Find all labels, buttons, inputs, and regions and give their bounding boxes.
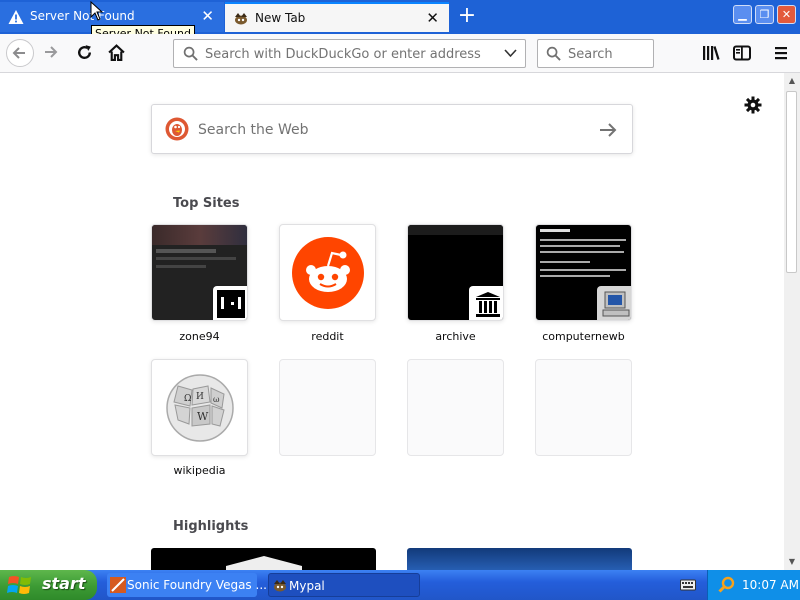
screenshot-line [540,261,590,263]
system-tray: 10:07 AM [707,570,800,600]
wikipedia-globe-icon: Ω И ω W [166,374,234,442]
search-icon [183,46,198,61]
screenshot-header [152,225,247,245]
highlight-card[interactable] [407,548,632,570]
close-tab-button[interactable]: ✕ [201,8,214,24]
close-tab-button[interactable]: ✕ [426,10,439,26]
arrow-right-icon [45,46,58,58]
svg-text:W: W [197,410,209,423]
screenshot-line [156,265,206,268]
taskbar-item-mypal[interactable]: Mypal [268,573,420,597]
search-bar[interactable] [537,39,654,68]
tab-new-tab[interactable]: New Tab ✕ [225,2,449,32]
top-site-wikipedia[interactable]: Ω И ω W [151,359,248,456]
svg-text:ω: ω [213,395,220,404]
windows-flag-icon [7,576,31,594]
reload-button[interactable] [71,39,99,67]
start-label: start [42,574,86,593]
screenshot-line [156,257,236,260]
web-search-box[interactable] [151,104,633,154]
keyboard-icon[interactable] [680,578,696,592]
restore-button[interactable]: ❐ [755,5,774,24]
search-tray-icon[interactable] [718,576,736,594]
taskbar: start Sonic Foundry Vegas ... Mypal 10:0… [0,570,800,600]
warning-icon [8,10,24,24]
web-search-input[interactable] [198,120,578,140]
zone94-favicon [213,286,247,320]
screenshot-line [540,251,624,253]
chevron-down-icon[interactable] [504,49,517,58]
top-site-label: wikipedia [173,464,226,477]
start-button[interactable]: start [0,570,97,600]
top-site-zone94[interactable] [151,224,248,321]
tab-title: New Tab [255,11,306,25]
screenshot-line [540,239,626,241]
new-tab-page: Top Sites zone94 reddit [0,73,784,570]
new-tab-button[interactable]: + [456,5,478,28]
top-site-archive[interactable] [407,224,504,321]
screenshot-line [540,229,570,232]
address-input[interactable] [205,45,495,63]
archive-favicon [469,286,503,320]
minimize-button[interactable]: ▁ [733,5,752,24]
top-site-label: zone94 [179,330,220,343]
empty-top-site-slot[interactable] [535,359,632,456]
library-icon[interactable] [701,43,721,63]
clock: 10:07 AM [742,578,799,592]
gear-icon[interactable] [743,95,763,115]
scroll-up-arrow-icon[interactable]: ▲ [787,77,797,85]
arrow-left-icon [12,47,25,59]
scroll-down-arrow-icon[interactable]: ▼ [787,558,797,566]
svg-text:Ω: Ω [184,394,191,404]
mouse-cursor-icon [90,1,104,21]
screenshot-line [540,269,626,271]
mypal-icon [274,580,286,592]
top-site-reddit[interactable] [279,224,376,321]
scroll-thumb[interactable] [786,91,797,273]
taskbar-item-label: Mypal [289,579,325,593]
screenshot-line [540,245,620,247]
reload-icon [78,45,91,59]
top-sites-heading: Top Sites [173,196,240,211]
empty-top-site-slot[interactable] [407,359,504,456]
close-window-button[interactable]: ✕ [777,5,796,24]
svg-text:И: И [196,392,204,402]
search-icon [546,46,561,61]
top-site-label: computernewb [542,330,625,343]
search-input[interactable] [568,45,648,63]
highlights-heading: Highlights [173,519,249,534]
screenshot-line [156,249,216,253]
arrow-right-icon[interactable] [598,120,618,140]
vegas-app-icon [110,577,126,593]
menu-icon[interactable] [771,43,791,63]
address-bar[interactable] [173,39,526,68]
tab-title: Server Not Found [30,9,135,23]
screenshot-header [408,225,503,235]
duckduckgo-logo-icon [165,117,189,141]
mypal-icon [235,13,247,25]
top-site-computernewb[interactable] [535,224,632,321]
taskbar-item-label: Sonic Foundry Vegas ... [127,578,267,592]
computernewb-favicon [597,286,631,320]
screenshot-line [540,275,610,277]
empty-top-site-slot[interactable] [279,359,376,456]
home-icon [108,44,125,61]
navigation-toolbar [0,34,800,73]
top-site-label: archive [435,330,476,343]
taskbar-item-vegas[interactable]: Sonic Foundry Vegas ... [107,573,267,597]
forward-button[interactable] [38,39,66,67]
sidebar-icon[interactable] [732,43,752,63]
back-button[interactable] [6,39,34,67]
home-button[interactable] [103,39,131,67]
reddit-logo-icon [292,237,364,309]
highlight-card[interactable] [151,548,376,570]
top-site-label: reddit [311,330,344,343]
